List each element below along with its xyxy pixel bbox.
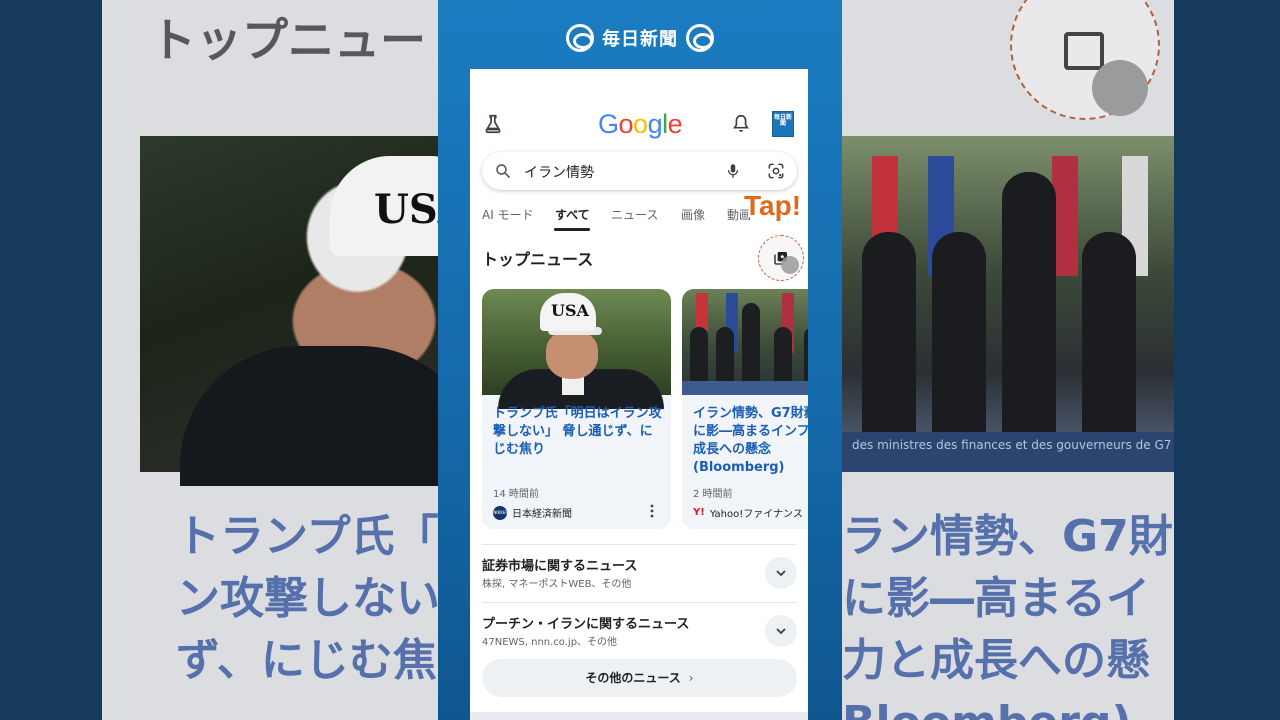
search-bar[interactable]: イラン情勢 (482, 152, 797, 190)
news-source: Y! Yahoo!ファイナンス (693, 507, 803, 520)
background-right-edge (1174, 0, 1280, 720)
news-headline[interactable]: トランプ氏「明日はイラン攻撃しない」 脅し通じず、にじむ焦り (493, 405, 663, 459)
news-card[interactable]: イラン情勢、G7財務相会合に影―高まるインフレ圧力と成長への懸念 (Bloomb… (682, 289, 808, 529)
background-left-edge (0, 0, 102, 720)
google-topbar: Google 毎日新聞 (470, 107, 808, 143)
chevron-right-icon: › (688, 671, 694, 685)
news-card[interactable]: USA トランプ氏「明日はイラン攻撃しない」 脅し通じず、にじむ焦り 14 時間… (482, 289, 671, 529)
topic-title: プーチン・イランに関するニュース (482, 617, 690, 632)
background-tap-circle (1010, 0, 1160, 120)
background-left-panel: トップニュー USA トランプ氏「 ン攻撃しない ず、にじむ焦 (102, 0, 438, 720)
tab-images[interactable]: 画像 (681, 206, 705, 223)
expand-button[interactable] (765, 557, 797, 589)
bell-icon[interactable] (730, 113, 752, 135)
active-tab-indicator (554, 228, 590, 231)
news-image-label: USA (551, 301, 589, 320)
tap-annotation: Tap! (744, 190, 802, 221)
video-frame: 毎日新聞 Google 毎日新聞 イラン情勢 AI モード すべて ニュース 画… (438, 0, 842, 720)
tab-ai-mode[interactable]: AI モード (482, 206, 534, 223)
avatar[interactable]: 毎日新聞 (772, 111, 794, 137)
tab-news[interactable]: ニュース (611, 206, 658, 223)
background-right-panel: des ministres des finances et des gouver… (842, 0, 1174, 720)
background-photo-caption: des ministres des finances et des gouver… (842, 432, 1174, 472)
divider (482, 602, 797, 603)
mic-icon[interactable] (724, 161, 742, 181)
phone-bottom-bar (470, 712, 808, 720)
flask-icon[interactable] (482, 113, 504, 135)
phone-screen: Google 毎日新聞 イラン情勢 AI モード すべて ニュース 画像 動画 … (470, 69, 808, 720)
background-title: トップニュー (150, 13, 426, 67)
google-logo: Google (598, 109, 683, 139)
background-hat-label: USA (374, 186, 438, 233)
tap-indicator (781, 256, 799, 274)
mainichi-logo-icon (566, 24, 594, 52)
brand-header: 毎日新聞 (438, 22, 842, 54)
topic-sources: 47NEWS, nnn.co.jp、その他 (482, 637, 618, 648)
topic-item[interactable]: プーチン・イランに関するニュース 47NEWS, nnn.co.jp、その他 (482, 613, 797, 663)
divider (482, 544, 797, 545)
stack-button[interactable] (758, 235, 804, 281)
topic-title: 証券市場に関するニュース (482, 559, 638, 574)
news-source: NIKKEI 日本経済新聞 (493, 505, 572, 520)
yahoo-logo-icon: Y! (693, 507, 705, 518)
lens-icon[interactable] (766, 161, 786, 181)
news-time: 14 時間前 (493, 489, 539, 500)
news-image (682, 289, 808, 395)
nikkei-logo-icon: NIKKEI (493, 505, 507, 520)
tab-all[interactable]: すべて (555, 206, 590, 223)
news-image: USA (482, 289, 671, 409)
topic-sources: 株探, マネーポストWEB、その他 (482, 579, 632, 590)
expand-button[interactable] (765, 615, 797, 647)
search-input[interactable]: イラン情勢 (524, 162, 594, 182)
background-headline-right: ラン情勢、G7財 に影―高まるイ 力と成長への懸 Bloomberg) (842, 511, 1173, 720)
mainichi-logo-icon (686, 24, 714, 52)
chevron-down-icon (776, 570, 786, 577)
news-time: 2 時間前 (693, 489, 733, 500)
topic-item[interactable]: 証券市場に関するニュース 株探, マネーポストWEB、その他 (482, 555, 797, 605)
more-vert-icon[interactable] (648, 503, 656, 519)
background-headline-left: トランプ氏「 ン攻撃しない ず、にじむ焦 (176, 511, 438, 686)
background-photo-left: USA (140, 136, 438, 486)
more-news-button[interactable]: その他のニュース › (482, 659, 797, 697)
search-icon (496, 164, 510, 178)
section-title: トップニュース (482, 250, 594, 269)
chevron-down-icon (776, 628, 786, 635)
background-photo-right: des ministres des finances et des gouver… (842, 136, 1174, 472)
news-headline[interactable]: イラン情勢、G7財務相会合に影―高まるインフレ圧力と成長への懸念 (Bloomb… (693, 405, 808, 477)
brand-name: 毎日新聞 (602, 29, 678, 50)
